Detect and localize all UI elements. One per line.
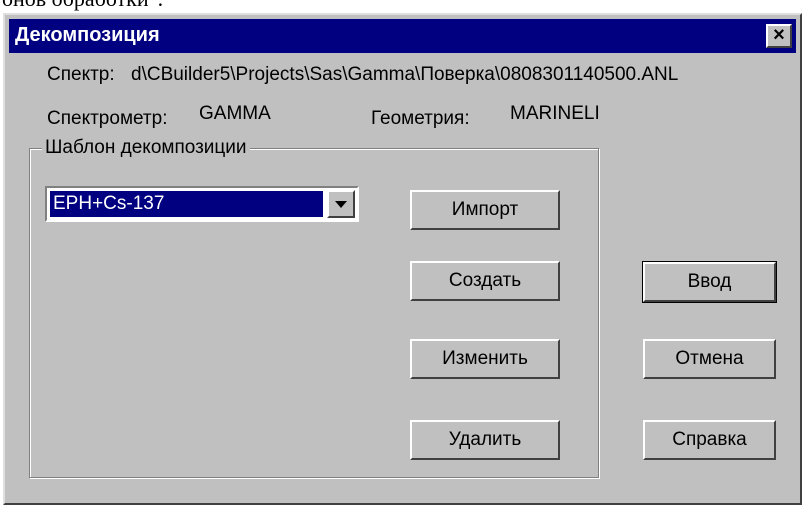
help-button[interactable]: Справка [643, 420, 776, 460]
import-button[interactable]: Импорт [410, 190, 560, 230]
spectrum-label: Спектр: [47, 64, 115, 85]
create-button[interactable]: Создать [410, 261, 560, 301]
spectrum-path-value: d\CBuilder5\Projects\Sas\Gamma\Поверка\0… [131, 64, 679, 85]
template-select-value: ЕРН+Cs-137 [50, 191, 323, 217]
edit-button[interactable]: Изменить [410, 339, 560, 379]
geometry-label: Геометрия: [371, 108, 470, 129]
spectrometer-value: GAMMA [199, 103, 271, 124]
close-icon: × [773, 24, 785, 46]
close-button[interactable]: × [766, 24, 792, 48]
delete-button[interactable]: Удалить [410, 420, 560, 460]
window-title: Декомпозиция [15, 24, 160, 46]
ok-button[interactable]: Ввод [642, 261, 777, 303]
chevron-down-icon[interactable] [327, 190, 355, 218]
template-select[interactable]: ЕРН+Cs-137 [45, 186, 359, 222]
background-document-text: онов обработки". [2, 0, 163, 12]
title-bar[interactable]: Декомпозиция × [9, 19, 796, 53]
cancel-button[interactable]: Отмена [643, 339, 776, 379]
spectrometer-label: Спектрометр: [47, 108, 168, 129]
geometry-value: MARINELI [510, 103, 600, 124]
template-group-label: Шаблон декомпозиции [42, 137, 250, 159]
